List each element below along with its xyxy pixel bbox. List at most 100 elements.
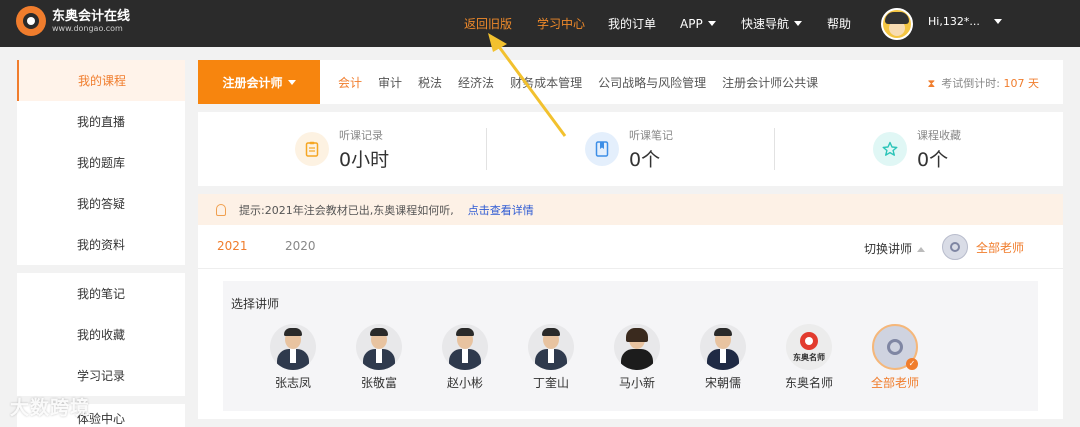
stat-value: 0个 bbox=[917, 148, 949, 171]
teacher-selector-wrap: 选择讲师 张志凤 张敬富 赵小彬 丁奎山 马小新 宋朝儒 东奥名师 东奥名师 ✓… bbox=[198, 269, 1063, 419]
nav-quick-label: 快速导航 bbox=[741, 17, 790, 31]
chevron-down-icon bbox=[794, 21, 803, 26]
top-nav: 东奥会计在线 www.dongao.com 返回旧版 学习中心 我的订单 APP… bbox=[0, 0, 1080, 47]
teacher-badge-icon bbox=[942, 234, 968, 260]
teacher-name: 全部老师 bbox=[870, 376, 919, 390]
current-teacher[interactable]: 全部老师 bbox=[942, 234, 1024, 260]
teacher-item[interactable]: 赵小彬 bbox=[422, 324, 508, 391]
nav-my-orders[interactable]: 我的订单 bbox=[608, 0, 656, 47]
stat-listen-notes[interactable]: 听课笔记 0个 bbox=[585, 112, 673, 186]
divider bbox=[486, 128, 487, 170]
star-icon bbox=[873, 132, 907, 166]
teacher-selector: 选择讲师 张志凤 张敬富 赵小彬 丁奎山 马小新 宋朝儒 东奥名师 东奥名师 ✓… bbox=[223, 281, 1038, 411]
teacher-item[interactable]: 马小新 bbox=[594, 324, 680, 391]
nav-quick-nav[interactable]: 快速导航 bbox=[741, 0, 803, 47]
clipboard-icon bbox=[295, 132, 329, 166]
tab-economic-law[interactable]: 经济法 bbox=[458, 74, 494, 91]
brand-logo-icon: 东奥名师 bbox=[786, 324, 832, 370]
brand-badge-text: 东奥名师 bbox=[793, 352, 825, 362]
sidebar-item-my-notes[interactable]: 我的笔记 bbox=[17, 273, 185, 314]
year-tabs: 2021 2020 切换讲师 全部老师 bbox=[198, 225, 1063, 269]
tab-accounting[interactable]: 会计 bbox=[338, 74, 362, 91]
tab-tax-law[interactable]: 税法 bbox=[418, 74, 442, 91]
teacher-list: 张志凤 张敬富 赵小彬 丁奎山 马小新 宋朝儒 东奥名师 东奥名师 ✓ 全部老师 bbox=[250, 324, 1030, 391]
logo-icon bbox=[16, 6, 46, 36]
logo-url: www.dongao.com bbox=[52, 23, 123, 33]
sidebar-group-1: 我的课程 我的直播 我的题库 我的答疑 我的资料 bbox=[17, 60, 185, 265]
course-select-dropdown[interactable]: 注册会计师 bbox=[198, 60, 320, 104]
teacher-photo bbox=[442, 324, 488, 370]
teacher-name: 马小新 bbox=[618, 376, 655, 390]
hourglass-icon: ⧗ bbox=[927, 77, 936, 90]
teacher-panel-title: 选择讲师 bbox=[231, 297, 280, 311]
stat-course-favorites[interactable]: 课程收藏 0个 bbox=[873, 112, 961, 186]
teacher-name: 丁奎山 bbox=[532, 376, 569, 390]
teacher-name: 宋朝儒 bbox=[704, 376, 741, 390]
teacher-item[interactable]: 丁奎山 bbox=[508, 324, 594, 391]
stat-label: 课程收藏 bbox=[917, 128, 961, 142]
teacher-item[interactable]: 张敬富 bbox=[336, 324, 422, 391]
stats-panel: 听课记录 0小时 听课笔记 0个 课程收藏 0个 bbox=[198, 112, 1063, 186]
countdown-unit: 天 bbox=[1028, 77, 1039, 90]
switch-teacher-toggle[interactable]: 切换讲师 bbox=[864, 240, 926, 257]
user-menu-chevron-icon[interactable] bbox=[994, 19, 1002, 24]
tab-strategy-risk[interactable]: 公司战略与风险管理 bbox=[598, 74, 706, 91]
sidebar-item-study-record[interactable]: 学习记录 bbox=[17, 355, 185, 396]
user-name[interactable]: Hi,132*... bbox=[928, 15, 980, 28]
nav-help[interactable]: 帮助 bbox=[827, 0, 851, 47]
sidebar-item-my-courses[interactable]: 我的课程 bbox=[17, 60, 185, 101]
tip-text: 提示:2021年注会教材已出,东奥课程如何听, bbox=[239, 203, 454, 217]
stat-label: 听课笔记 bbox=[629, 128, 673, 142]
tab-financial-cost-management[interactable]: 财务成本管理 bbox=[510, 74, 582, 91]
tip-bar: 提示:2021年注会教材已出,东奥课程如何听, 点击查看详情 bbox=[198, 194, 1063, 225]
sidebar: 我的课程 我的直播 我的题库 我的答疑 我的资料 我的笔记 我的收藏 学习记录 bbox=[17, 60, 185, 404]
sidebar-item-my-question-bank[interactable]: 我的题库 bbox=[17, 142, 185, 183]
chevron-down-icon bbox=[287, 79, 296, 85]
sidebar-item-my-qa[interactable]: 我的答疑 bbox=[17, 183, 185, 224]
teacher-item[interactable]: 东奥名师 东奥名师 bbox=[766, 324, 852, 391]
sidebar-item-my-materials[interactable]: 我的资料 bbox=[17, 224, 185, 265]
divider bbox=[774, 128, 775, 170]
sidebar-item-my-favorites[interactable]: 我的收藏 bbox=[17, 314, 185, 355]
sidebar-group-2: 我的笔记 我的收藏 学习记录 bbox=[17, 273, 185, 396]
notebook-icon bbox=[585, 132, 619, 166]
teacher-name: 张志凤 bbox=[274, 376, 311, 390]
subject-tabs: 会计 审计 税法 经济法 财务成本管理 公司战略与风险管理 注册会计师公共课 bbox=[338, 74, 834, 91]
logo[interactable]: 东奥会计在线 www.dongao.com bbox=[16, 6, 130, 36]
teacher-item[interactable]: 张志凤 bbox=[250, 324, 336, 391]
switch-teacher-label: 切换讲师 bbox=[864, 242, 913, 256]
countdown-value: 107 bbox=[1003, 77, 1025, 90]
tab-year-2020[interactable]: 2020 bbox=[285, 239, 316, 253]
chevron-up-icon bbox=[917, 247, 926, 252]
teacher-photo bbox=[528, 324, 574, 370]
sidebar-item-my-live[interactable]: 我的直播 bbox=[17, 101, 185, 142]
stat-listen-record[interactable]: 听课记录 0小时 bbox=[295, 112, 389, 186]
check-icon: ✓ bbox=[906, 358, 918, 370]
exam-countdown: ⧗ 考试倒计时: 107 天 bbox=[928, 75, 1039, 91]
tip-detail-link[interactable]: 点击查看详情 bbox=[468, 202, 534, 218]
tab-year-2021[interactable]: 2021 bbox=[217, 239, 248, 253]
all-teachers-icon: ✓ bbox=[872, 324, 918, 370]
logo-name: 东奥会计在线 bbox=[52, 8, 131, 24]
teacher-item[interactable]: 宋朝儒 bbox=[680, 324, 766, 391]
teacher-photo bbox=[270, 324, 316, 370]
nav-study-center[interactable]: 学习中心 bbox=[537, 0, 585, 47]
course-select-label: 注册会计师 bbox=[222, 75, 283, 90]
stat-value: 0个 bbox=[629, 148, 661, 171]
teacher-item-selected[interactable]: ✓ 全部老师 bbox=[852, 324, 938, 391]
lightbulb-icon bbox=[216, 203, 226, 216]
avatar[interactable] bbox=[881, 8, 913, 40]
nav-old-version[interactable]: 返回旧版 bbox=[464, 0, 512, 47]
stat-label: 听课记录 bbox=[339, 128, 383, 142]
teacher-photo bbox=[356, 324, 402, 370]
nav-app[interactable]: APP bbox=[680, 0, 716, 47]
tab-cpa-public-course[interactable]: 注册会计师公共课 bbox=[722, 74, 818, 91]
main-content: 注册会计师 会计 审计 税法 经济法 财务成本管理 公司战略与风险管理 注册会计… bbox=[198, 60, 1063, 419]
teacher-name: 张敬富 bbox=[360, 376, 397, 390]
tab-audit[interactable]: 审计 bbox=[378, 74, 402, 91]
teacher-name: 东奥名师 bbox=[784, 376, 833, 390]
nav-app-label: APP bbox=[680, 16, 703, 31]
countdown-label: 考试倒计时: bbox=[941, 77, 1000, 90]
current-teacher-label: 全部老师 bbox=[976, 240, 1025, 255]
teacher-photo bbox=[614, 324, 660, 370]
